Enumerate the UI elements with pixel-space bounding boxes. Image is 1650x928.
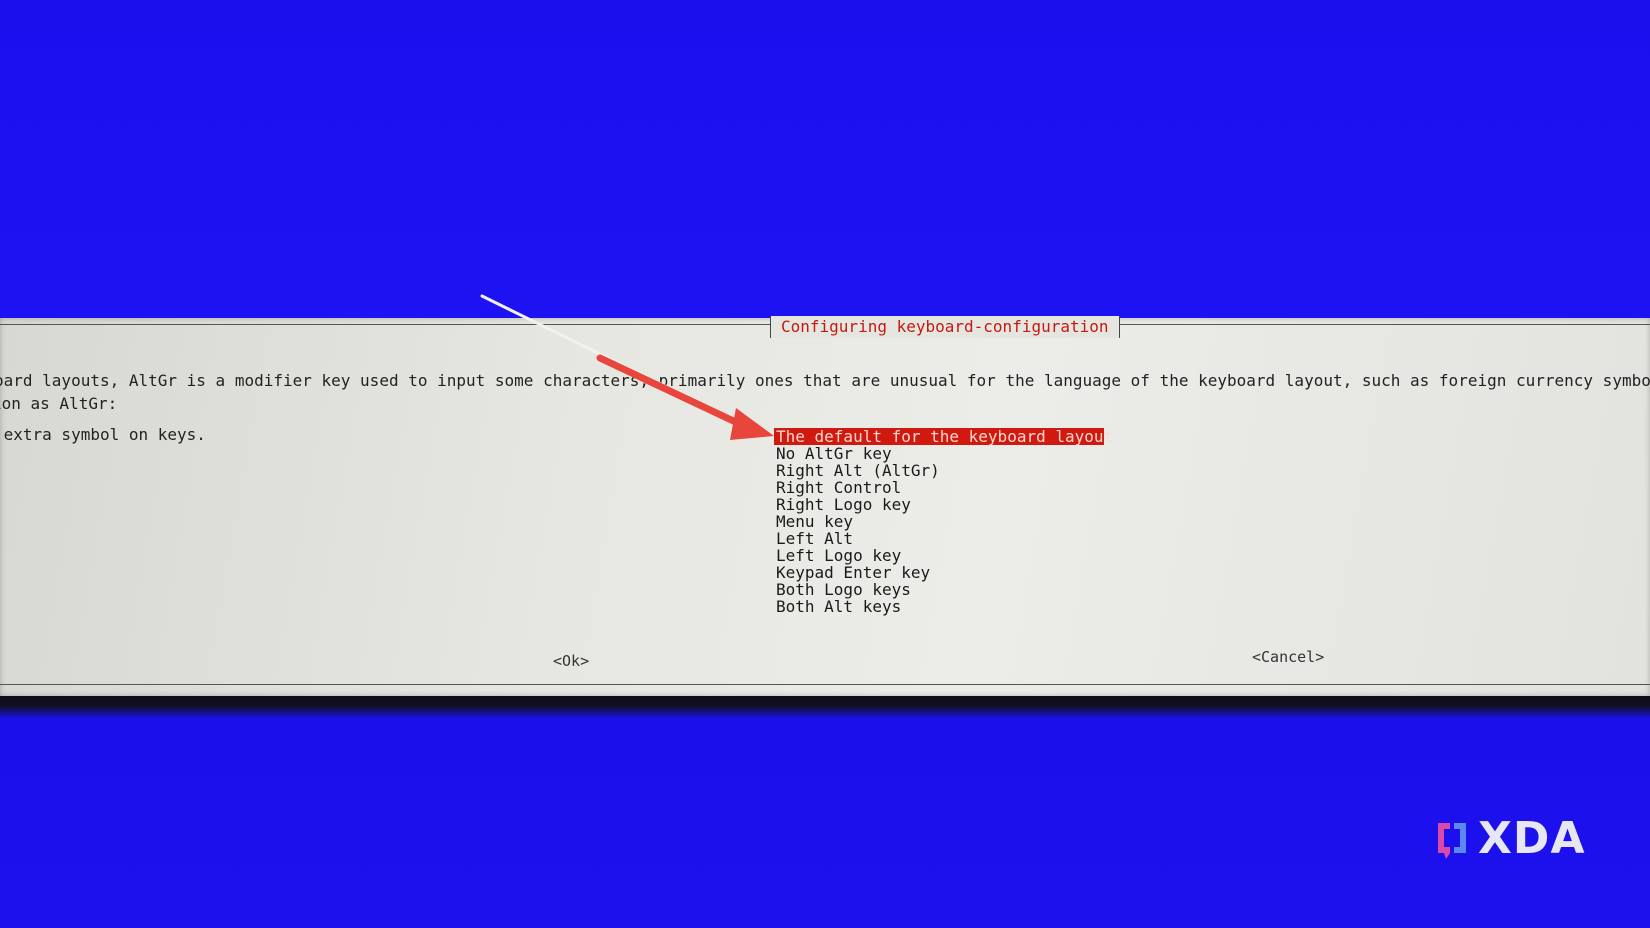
option-right-logo[interactable]: Right Logo key bbox=[774, 496, 1104, 513]
option-default-layout[interactable]: The default for the keyboard layout bbox=[774, 428, 1113, 445]
keyboard-config-dialog: Configuring keyboard-configuration oard … bbox=[0, 316, 1650, 696]
ok-button[interactable]: <Ok> bbox=[553, 652, 589, 670]
xda-watermark: XDA bbox=[1432, 814, 1586, 864]
dialog-title: Configuring keyboard-configuration bbox=[770, 316, 1120, 338]
option-no-altgr[interactable]: No AltGr key bbox=[774, 445, 1104, 462]
option-keypad-enter[interactable]: Keypad Enter key bbox=[774, 564, 1104, 581]
option-left-logo[interactable]: Left Logo key bbox=[774, 547, 1104, 564]
xda-brand-text: XDA bbox=[1478, 813, 1586, 864]
description-line: oard layouts, AltGr is a modifier key us… bbox=[0, 371, 1650, 390]
option-right-control[interactable]: Right Control bbox=[774, 479, 1104, 496]
dialog-question: ion as AltGr: bbox=[0, 394, 118, 413]
option-left-alt[interactable]: Left Alt bbox=[774, 530, 1104, 547]
xda-logo-icon bbox=[1438, 823, 1466, 859]
option-both-logo[interactable]: Both Logo keys bbox=[774, 581, 1104, 598]
dialog-frame-bottom bbox=[0, 684, 1650, 685]
installer-screen: Configuring keyboard-configuration oard … bbox=[0, 0, 1650, 928]
cancel-button[interactable]: <Cancel> bbox=[1252, 648, 1324, 666]
option-right-alt[interactable]: Right Alt (AltGr) bbox=[774, 462, 1104, 479]
option-menu-key[interactable]: Menu key bbox=[774, 513, 1104, 530]
option-both-alt[interactable]: Both Alt keys bbox=[774, 598, 1104, 615]
altgr-options-list: The default for the keyboard layout No A… bbox=[774, 428, 1113, 615]
